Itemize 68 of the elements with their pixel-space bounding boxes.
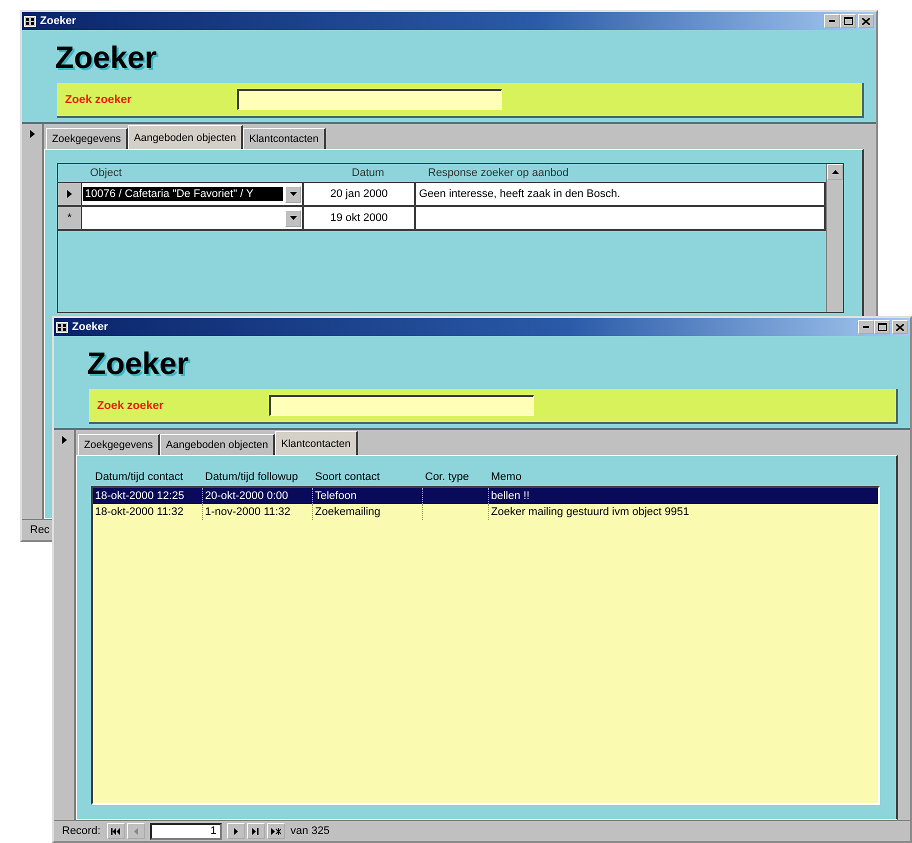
scrollbar[interactable] (826, 164, 843, 312)
column-header: Memo (490, 470, 523, 484)
close-button[interactable] (858, 14, 874, 28)
record-number-field[interactable]: 1 (150, 822, 222, 840)
maximize-icon (878, 323, 886, 331)
first-record-icon (111, 828, 120, 834)
column-header: Response zoeker op aanbod (427, 167, 570, 179)
next-record-button[interactable] (226, 823, 245, 839)
object-combo[interactable]: 10076 / Cafetaria "De Favoriet" / Y (82, 183, 304, 205)
column-header: Datum/tijd contact (94, 470, 184, 484)
form-icon (56, 322, 68, 332)
dropdown-arrow-icon (290, 192, 296, 196)
previous-record-icon (134, 828, 138, 834)
form-heading: Zoeker (86, 345, 189, 381)
column-header: Cor. type (424, 470, 470, 484)
first-record-button[interactable] (106, 823, 125, 839)
tab[interactable]: Zoekgegevens (46, 128, 128, 149)
tab[interactable]: Zoekgegevens (78, 434, 160, 455)
next-record-icon (234, 828, 238, 834)
search-field[interactable] (237, 89, 502, 110)
minimize-icon (863, 326, 869, 328)
search-label: Zoek zoeker (96, 400, 164, 412)
scroll-up-icon (832, 170, 838, 174)
record-selector[interactable]: * (58, 207, 82, 229)
list-row[interactable]: 18-okt-2000 11:32 1-nov-2000 11:32 Zoekemailing Zoeker mailing gestuurd ivm object 9951 (93, 504, 878, 520)
close-button[interactable] (892, 320, 908, 334)
record-selector[interactable] (58, 183, 82, 205)
column-header: Datum (350, 167, 386, 179)
column-header: Soort contact (314, 470, 381, 484)
maximize-button[interactable] (840, 14, 856, 28)
minimize-button[interactable] (858, 320, 874, 334)
last-record-icon (252, 828, 260, 834)
minimize-button[interactable] (824, 14, 840, 28)
new-record-icon (270, 828, 281, 834)
new-record-marker: * (67, 212, 72, 224)
tab[interactable]: Klantcontacten (243, 128, 326, 149)
tab[interactable]: Aangeboden objecten (160, 434, 276, 455)
date-cell[interactable]: 20 jan 2000 (304, 183, 416, 205)
window-title: Zoeker (40, 15, 78, 27)
list-row[interactable]: 18-okt-2000 12:25 20-okt-2000 0:00 Telefoon bellen !! (93, 488, 878, 504)
close-icon (862, 18, 870, 24)
new-record-button[interactable] (266, 823, 285, 839)
response-cell[interactable] (416, 207, 826, 229)
dropdown-button[interactable] (285, 210, 301, 226)
last-record-button[interactable] (246, 823, 265, 839)
window-title: Zoeker (72, 321, 110, 333)
form-heading: Zoeker (54, 39, 157, 75)
dropdown-button[interactable] (285, 186, 301, 202)
maximize-icon (844, 17, 852, 25)
record-label: Rec (29, 524, 51, 536)
tab[interactable]: Klantcontacten (275, 431, 358, 455)
search-label: Zoek zoeker (64, 94, 132, 106)
form-icon (24, 16, 36, 26)
record-label: Record: (61, 825, 102, 837)
close-icon (896, 324, 904, 330)
record-count: van 325 (290, 825, 331, 837)
column-header: Object (89, 167, 123, 179)
dropdown-arrow-icon (290, 216, 296, 220)
current-record-icon (67, 190, 72, 198)
current-record-icon (62, 436, 66, 444)
date-cell[interactable]: 19 okt 2000 (304, 207, 416, 229)
column-header: Datum/tijd followup (204, 470, 299, 484)
search-field[interactable] (269, 395, 534, 416)
minimize-icon (829, 20, 835, 22)
maximize-button[interactable] (874, 320, 890, 334)
current-record-icon (30, 130, 34, 138)
tab[interactable]: Aangeboden objecten (128, 125, 244, 149)
response-cell[interactable]: Geen interesse, heeft zaak in den Bosch. (416, 183, 826, 205)
